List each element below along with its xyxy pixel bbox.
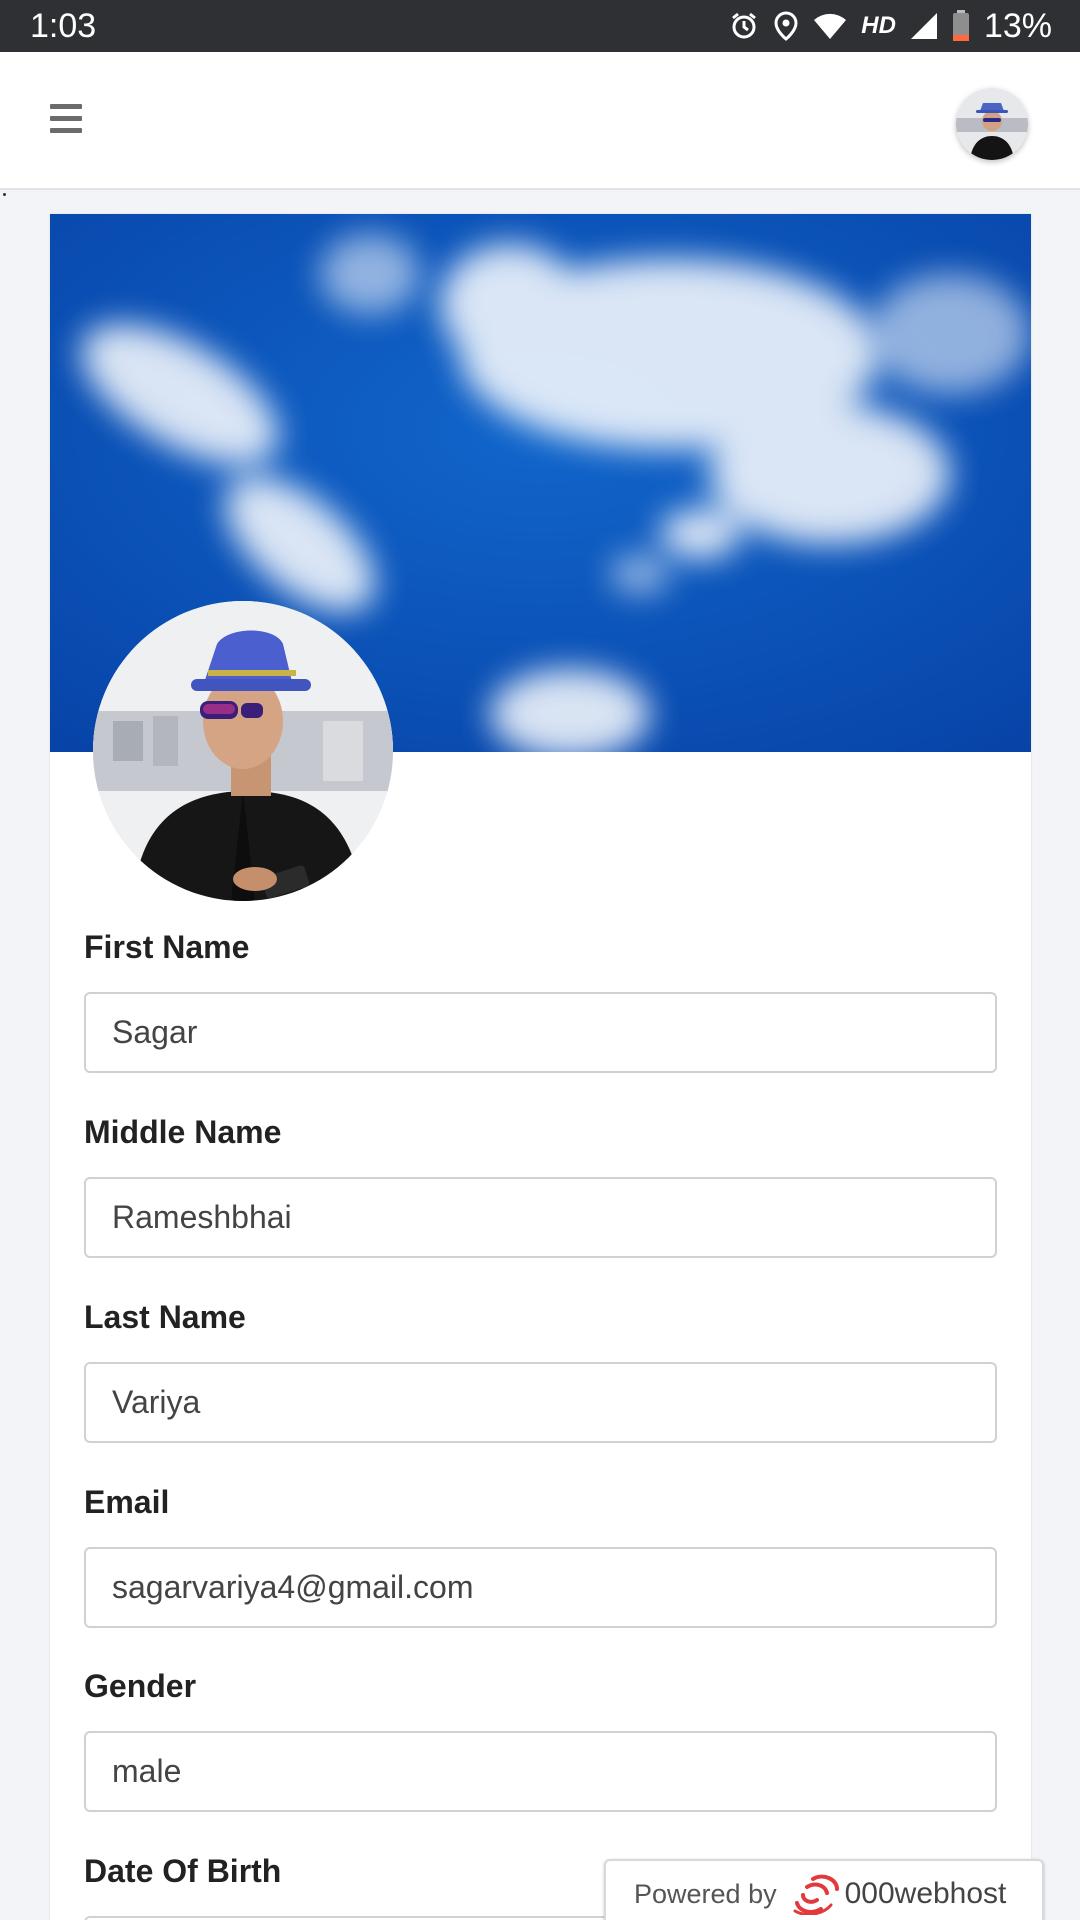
battery-percent: 13% bbox=[983, 6, 1052, 45]
first-name-label: First Name bbox=[84, 929, 250, 965]
first-name-input[interactable] bbox=[84, 992, 997, 1073]
middle-name-field: Middle Name bbox=[84, 1112, 997, 1258]
middle-name-input[interactable] bbox=[84, 1177, 997, 1258]
profile-card: First Name Middle Name Last Name Email G… bbox=[50, 214, 1031, 1920]
last-name-field: Last Name bbox=[84, 1297, 997, 1443]
status-icons: HD 13% bbox=[729, 6, 1052, 46]
email-field: Email bbox=[84, 1482, 997, 1628]
signal-icon bbox=[910, 12, 938, 40]
battery-icon bbox=[952, 10, 970, 42]
powered-by-brand: 000webhost bbox=[844, 1877, 1007, 1910]
user-avatar[interactable] bbox=[956, 88, 1028, 160]
email-label: Email bbox=[84, 1484, 170, 1520]
stray-dot bbox=[3, 193, 6, 196]
hamburger-menu-icon[interactable] bbox=[50, 104, 82, 134]
email-input[interactable] bbox=[84, 1547, 997, 1628]
status-time: 1:03 bbox=[30, 7, 97, 45]
alarm-icon bbox=[729, 11, 759, 41]
powered-by-label: Powered by bbox=[634, 1878, 777, 1909]
gender-field: Gender bbox=[84, 1666, 997, 1812]
network-type: HD bbox=[861, 12, 896, 39]
location-icon bbox=[773, 11, 799, 41]
status-bar: 1:03 HD 13% bbox=[0, 0, 1080, 52]
powered-by-badge[interactable]: Powered by 000webhost bbox=[604, 1859, 1044, 1920]
profile-photo bbox=[93, 601, 393, 901]
gender-input[interactable] bbox=[84, 1731, 997, 1812]
000webhost-logo-icon bbox=[791, 1873, 839, 1915]
wifi-icon bbox=[813, 12, 847, 40]
last-name-input[interactable] bbox=[84, 1362, 997, 1443]
gender-label: Gender bbox=[84, 1668, 197, 1704]
middle-name-label: Middle Name bbox=[84, 1114, 282, 1150]
last-name-label: Last Name bbox=[84, 1299, 246, 1335]
app-bar bbox=[0, 52, 1080, 190]
first-name-field: First Name bbox=[84, 927, 997, 1073]
